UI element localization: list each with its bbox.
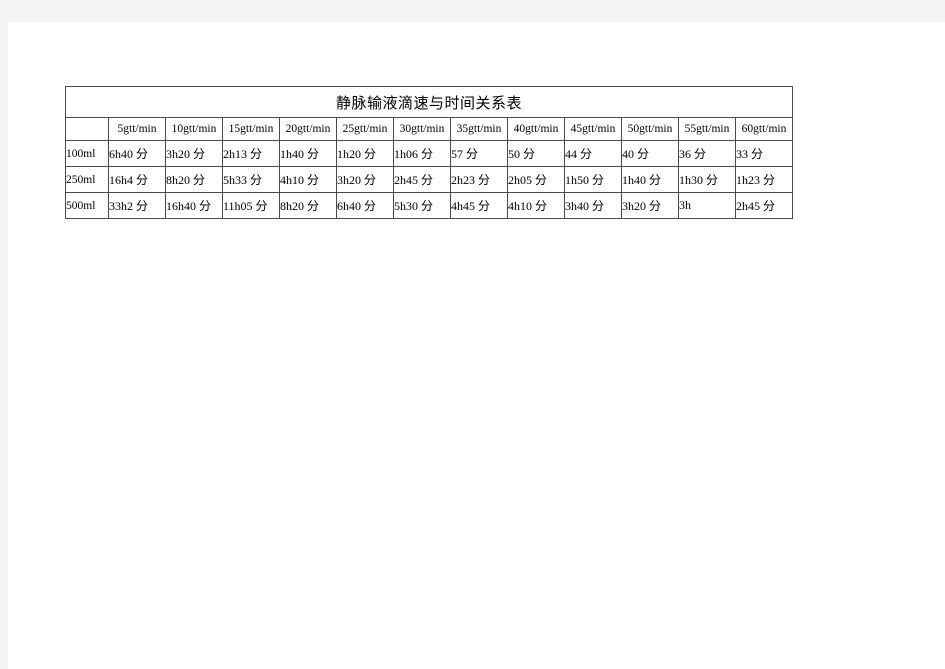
cell-100ml-25gtt: 1h20 分 <box>336 140 394 167</box>
cell-250ml-10gtt: 8h20 分 <box>165 166 223 193</box>
column-header-55gtt: 55gtt/min <box>678 117 736 141</box>
table-row: 500ml 33h2 分 16h40 分 11h05 分 8h20 分 6h40… <box>65 192 793 219</box>
cell-250ml-15gtt: 5h33 分 <box>222 166 280 193</box>
column-header-15gtt: 15gtt/min <box>222 117 280 141</box>
cell-250ml-55gtt: 1h30 分 <box>678 166 736 193</box>
cell-500ml-60gtt: 2h45 分 <box>735 192 793 219</box>
cell-500ml-55gtt: 3h <box>678 192 736 219</box>
cell-500ml-50gtt: 3h20 分 <box>621 192 679 219</box>
cell-100ml-20gtt: 1h40 分 <box>279 140 337 167</box>
column-header-60gtt: 60gtt/min <box>735 117 793 141</box>
table-body: 静脉输液滴速与时间关系表 5gtt/min 10gtt/min 15gtt/mi… <box>65 86 793 219</box>
column-header-20gtt: 20gtt/min <box>279 117 337 141</box>
cell-100ml-10gtt: 3h20 分 <box>165 140 223 167</box>
table-corner-cell <box>65 117 109 141</box>
cell-100ml-60gtt: 33 分 <box>735 140 793 167</box>
column-header-5gtt: 5gtt/min <box>108 117 166 141</box>
cell-100ml-55gtt: 36 分 <box>678 140 736 167</box>
cell-500ml-20gtt: 8h20 分 <box>279 192 337 219</box>
table-header-row: 5gtt/min 10gtt/min 15gtt/min 20gtt/min 2… <box>65 117 793 141</box>
row-header-100ml: 100ml <box>65 140 109 167</box>
row-header-250ml: 250ml <box>65 166 109 193</box>
cell-250ml-30gtt: 2h45 分 <box>393 166 451 193</box>
cell-100ml-30gtt: 1h06 分 <box>393 140 451 167</box>
cell-100ml-40gtt: 50 分 <box>507 140 565 167</box>
row-header-500ml: 500ml <box>65 192 109 219</box>
column-header-45gtt: 45gtt/min <box>564 117 622 141</box>
cell-250ml-5gtt: 16h4 分 <box>108 166 166 193</box>
column-header-10gtt: 10gtt/min <box>165 117 223 141</box>
cell-100ml-50gtt: 40 分 <box>621 140 679 167</box>
cell-500ml-5gtt: 33h2 分 <box>108 192 166 219</box>
cell-100ml-35gtt: 57 分 <box>450 140 508 167</box>
cell-100ml-45gtt: 44 分 <box>564 140 622 167</box>
column-header-25gtt: 25gtt/min <box>336 117 394 141</box>
cell-250ml-25gtt: 3h20 分 <box>336 166 394 193</box>
drip-rate-table: 静脉输液滴速与时间关系表 5gtt/min 10gtt/min 15gtt/mi… <box>65 86 793 219</box>
cell-500ml-25gtt: 6h40 分 <box>336 192 394 219</box>
table-row: 100ml 6h40 分 3h20 分 2h13 分 1h40 分 1h20 分… <box>65 140 793 167</box>
table-row: 250ml 16h4 分 8h20 分 5h33 分 4h10 分 3h20 分… <box>65 166 793 193</box>
column-header-40gtt: 40gtt/min <box>507 117 565 141</box>
cell-250ml-60gtt: 1h23 分 <box>735 166 793 193</box>
table-title: 静脉输液滴速与时间关系表 <box>65 86 793 118</box>
cell-250ml-40gtt: 2h05 分 <box>507 166 565 193</box>
cell-250ml-35gtt: 2h23 分 <box>450 166 508 193</box>
cell-250ml-20gtt: 4h10 分 <box>279 166 337 193</box>
column-header-50gtt: 50gtt/min <box>621 117 679 141</box>
cell-250ml-45gtt: 1h50 分 <box>564 166 622 193</box>
cell-100ml-15gtt: 2h13 分 <box>222 140 280 167</box>
column-header-30gtt: 30gtt/min <box>393 117 451 141</box>
cell-500ml-30gtt: 5h30 分 <box>393 192 451 219</box>
column-header-35gtt: 35gtt/min <box>450 117 508 141</box>
cell-500ml-40gtt: 4h10 分 <box>507 192 565 219</box>
cell-500ml-45gtt: 3h40 分 <box>564 192 622 219</box>
cell-500ml-10gtt: 16h40 分 <box>165 192 223 219</box>
cell-500ml-15gtt: 11h05 分 <box>222 192 280 219</box>
cell-500ml-35gtt: 4h45 分 <box>450 192 508 219</box>
cell-100ml-5gtt: 6h40 分 <box>108 140 166 167</box>
cell-250ml-50gtt: 1h40 分 <box>621 166 679 193</box>
table-title-row: 静脉输液滴速与时间关系表 <box>65 86 793 118</box>
drip-rate-table-container: 静脉输液滴速与时间关系表 5gtt/min 10gtt/min 15gtt/mi… <box>65 86 793 219</box>
document-page: 静脉输液滴速与时间关系表 5gtt/min 10gtt/min 15gtt/mi… <box>8 22 945 669</box>
